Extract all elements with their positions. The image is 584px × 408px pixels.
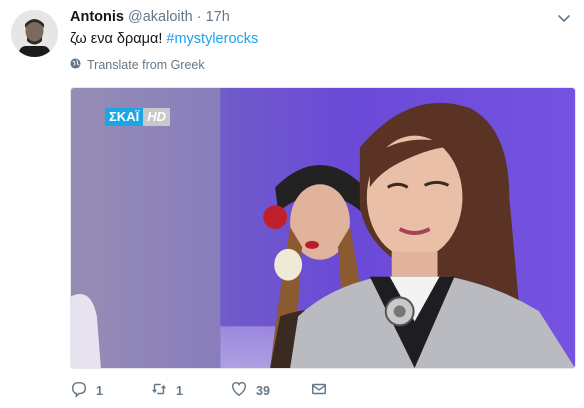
heart-icon: [230, 380, 248, 401]
chevron-down-icon[interactable]: [556, 10, 572, 26]
tweet-text-body: ζω ενα δραμα!: [70, 31, 167, 47]
envelope-icon: [310, 380, 328, 401]
retweet-icon: [150, 380, 168, 401]
tweet-header: Antonis @akaloith · 17h: [70, 9, 230, 25]
retweet-button[interactable]: 1: [150, 380, 230, 401]
reply-icon: [70, 380, 88, 401]
channel-logo-text: ΣΚΑΪ: [105, 108, 144, 126]
globe-icon: [70, 58, 81, 72]
reply-button[interactable]: 1: [70, 380, 150, 401]
like-count: 39: [256, 383, 270, 398]
tweet-text: ζω ενα δραμα! #mystylerocks: [70, 31, 258, 47]
translate-label: Translate from Greek: [87, 58, 205, 72]
retweet-count: 1: [176, 383, 183, 398]
timestamp[interactable]: 17h: [206, 9, 230, 25]
user-name[interactable]: Antonis: [70, 9, 124, 25]
like-button[interactable]: 39: [230, 380, 310, 401]
avatar[interactable]: [11, 10, 58, 57]
tweet-actions: 1 1 39: [70, 380, 350, 401]
hashtag-link[interactable]: #mystylerocks: [166, 31, 258, 47]
channel-logo: ΣΚΑΪ HD: [105, 108, 170, 126]
reply-count: 1: [96, 383, 103, 398]
user-handle[interactable]: @akaloith: [128, 9, 193, 25]
separator-dot: ·: [196, 9, 202, 25]
tweet-media-photo[interactable]: ΣΚΑΪ HD: [70, 87, 576, 369]
translate-link[interactable]: Translate from Greek: [70, 58, 205, 72]
direct-message-button[interactable]: [310, 380, 350, 401]
hd-badge: HD: [143, 108, 170, 126]
